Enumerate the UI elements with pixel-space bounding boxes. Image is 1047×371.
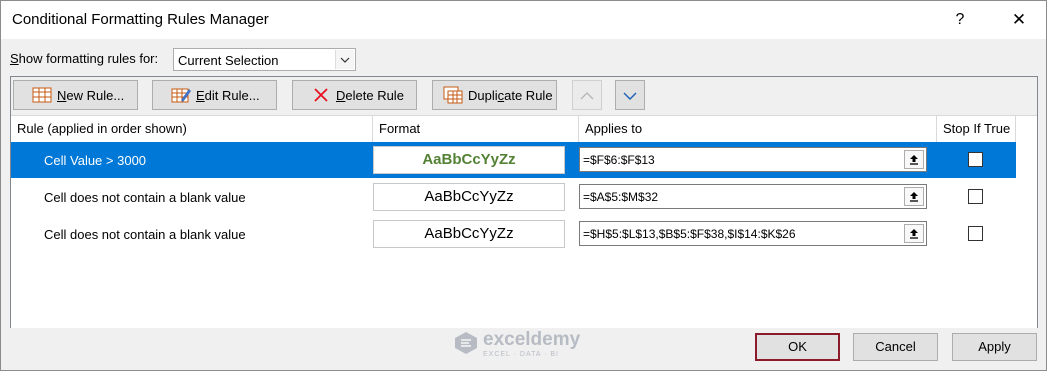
- applies-to-field[interactable]: =$A$5:$M$32: [579, 184, 927, 209]
- edit-rule-icon: [171, 86, 191, 104]
- delete-rule-accel: D: [336, 87, 346, 103]
- edit-rule-label: Edit Rule...: [196, 88, 260, 103]
- move-up-button[interactable]: [572, 80, 602, 110]
- dialog-window: Conditional Formatting Rules Manager ? ✕…: [0, 0, 1047, 371]
- duplicate-rule-text-pre: Dupli: [468, 87, 498, 103]
- new-rule-text: ew Rule...: [66, 87, 125, 103]
- show-rules-dropdown[interactable]: Current Selection: [173, 48, 356, 71]
- watermark-logo: exceldemy EXCEL · DATA · BI: [453, 326, 603, 360]
- delete-rule-button[interactable]: Delete Rule: [292, 80, 417, 110]
- edit-rule-button[interactable]: Edit Rule...: [152, 80, 277, 110]
- close-button[interactable]: ✕: [999, 6, 1039, 34]
- edit-rule-text: dit Rule...: [204, 87, 260, 103]
- move-down-button[interactable]: [615, 80, 645, 110]
- delete-rule-label: Delete Rule: [336, 88, 404, 103]
- format-preview: AaBbCcYyZz: [373, 146, 565, 174]
- watermark-text: exceldemy EXCEL · DATA · BI: [483, 329, 580, 358]
- stop-if-true-checkbox[interactable]: [968, 189, 983, 204]
- table-row[interactable]: Cell does not contain a blank value AaBb…: [11, 179, 1016, 215]
- duplicate-rule-icon: [443, 86, 463, 104]
- duplicate-rule-label: Duplicate Rule: [468, 88, 553, 103]
- applies-to-value: =$A$5:$M$32: [583, 190, 659, 204]
- ok-button[interactable]: OK: [755, 333, 840, 361]
- table-row[interactable]: Cell does not contain a blank value AaBb…: [11, 216, 1016, 252]
- format-preview: AaBbCcYyZz: [373, 183, 565, 211]
- rule-description: Cell does not contain a blank value: [44, 190, 246, 205]
- column-header-format[interactable]: Format: [373, 116, 579, 142]
- apply-button[interactable]: Apply: [952, 333, 1037, 361]
- stop-if-true-checkbox[interactable]: [968, 226, 983, 241]
- collapse-dialog-icon[interactable]: [904, 187, 924, 206]
- delete-x-icon: [311, 86, 331, 104]
- applies-to-value: =$H$5:$L$13,$B$5:$F$38,$I$14:$K$26: [583, 227, 796, 241]
- edit-rule-accel: E: [196, 87, 205, 103]
- watermark-name: exceldemy: [483, 328, 581, 350]
- show-rules-label-accel: S: [10, 51, 19, 66]
- table-row[interactable]: Cell Value > 3000 AaBbCcYyZz =$F$6:$F$13: [11, 142, 1016, 178]
- column-header-applies-to[interactable]: Applies to: [579, 116, 937, 142]
- new-rule-button[interactable]: New Rule...: [13, 80, 138, 110]
- new-rule-icon: [32, 86, 52, 104]
- vertical-scrollbar[interactable]: [1016, 116, 1037, 328]
- collapse-dialog-icon[interactable]: [904, 224, 924, 243]
- duplicate-rule-button[interactable]: Duplicate Rule: [432, 80, 557, 110]
- new-rule-label: New Rule...: [57, 88, 124, 103]
- applies-to-field[interactable]: =$F$6:$F$13: [579, 147, 927, 172]
- watermark-tagline: EXCEL · DATA · BI: [483, 350, 559, 358]
- duplicate-rule-text: ate Rule: [504, 87, 553, 103]
- delete-rule-text: elete Rule: [345, 87, 404, 103]
- chevron-up-icon: [580, 88, 594, 103]
- applies-to-value: =$F$6:$F$13: [583, 153, 655, 167]
- show-rules-label: Show formatting rules for:: [10, 51, 158, 66]
- applies-to-field[interactable]: =$H$5:$L$13,$B$5:$F$38,$I$14:$K$26: [579, 221, 927, 246]
- stop-if-true-checkbox[interactable]: [968, 152, 983, 167]
- format-preview: AaBbCcYyZz: [373, 220, 565, 248]
- new-rule-accel: N: [57, 87, 67, 103]
- collapse-dialog-icon[interactable]: [904, 150, 924, 169]
- help-button[interactable]: ?: [943, 6, 977, 34]
- show-rules-selected: Current Selection: [178, 53, 279, 68]
- rules-grid: Rule (applied in order shown) Format App…: [11, 115, 1037, 328]
- cancel-button[interactable]: Cancel: [853, 333, 938, 361]
- dialog-title: Conditional Formatting Rules Manager: [12, 11, 269, 28]
- chevron-down-icon[interactable]: [335, 50, 354, 69]
- exceldemy-logo-icon: [455, 332, 477, 354]
- column-header-rule[interactable]: Rule (applied in order shown): [11, 116, 373, 142]
- show-rules-label-text: how formatting rules for:: [18, 51, 159, 66]
- title-bar: Conditional Formatting Rules Manager ? ✕: [1, 1, 1046, 39]
- rule-description: Cell Value > 3000: [44, 153, 147, 168]
- chevron-down-icon: [623, 88, 637, 103]
- rule-description: Cell does not contain a blank value: [44, 227, 246, 242]
- column-header-stop-if-true[interactable]: Stop If True: [937, 116, 1016, 142]
